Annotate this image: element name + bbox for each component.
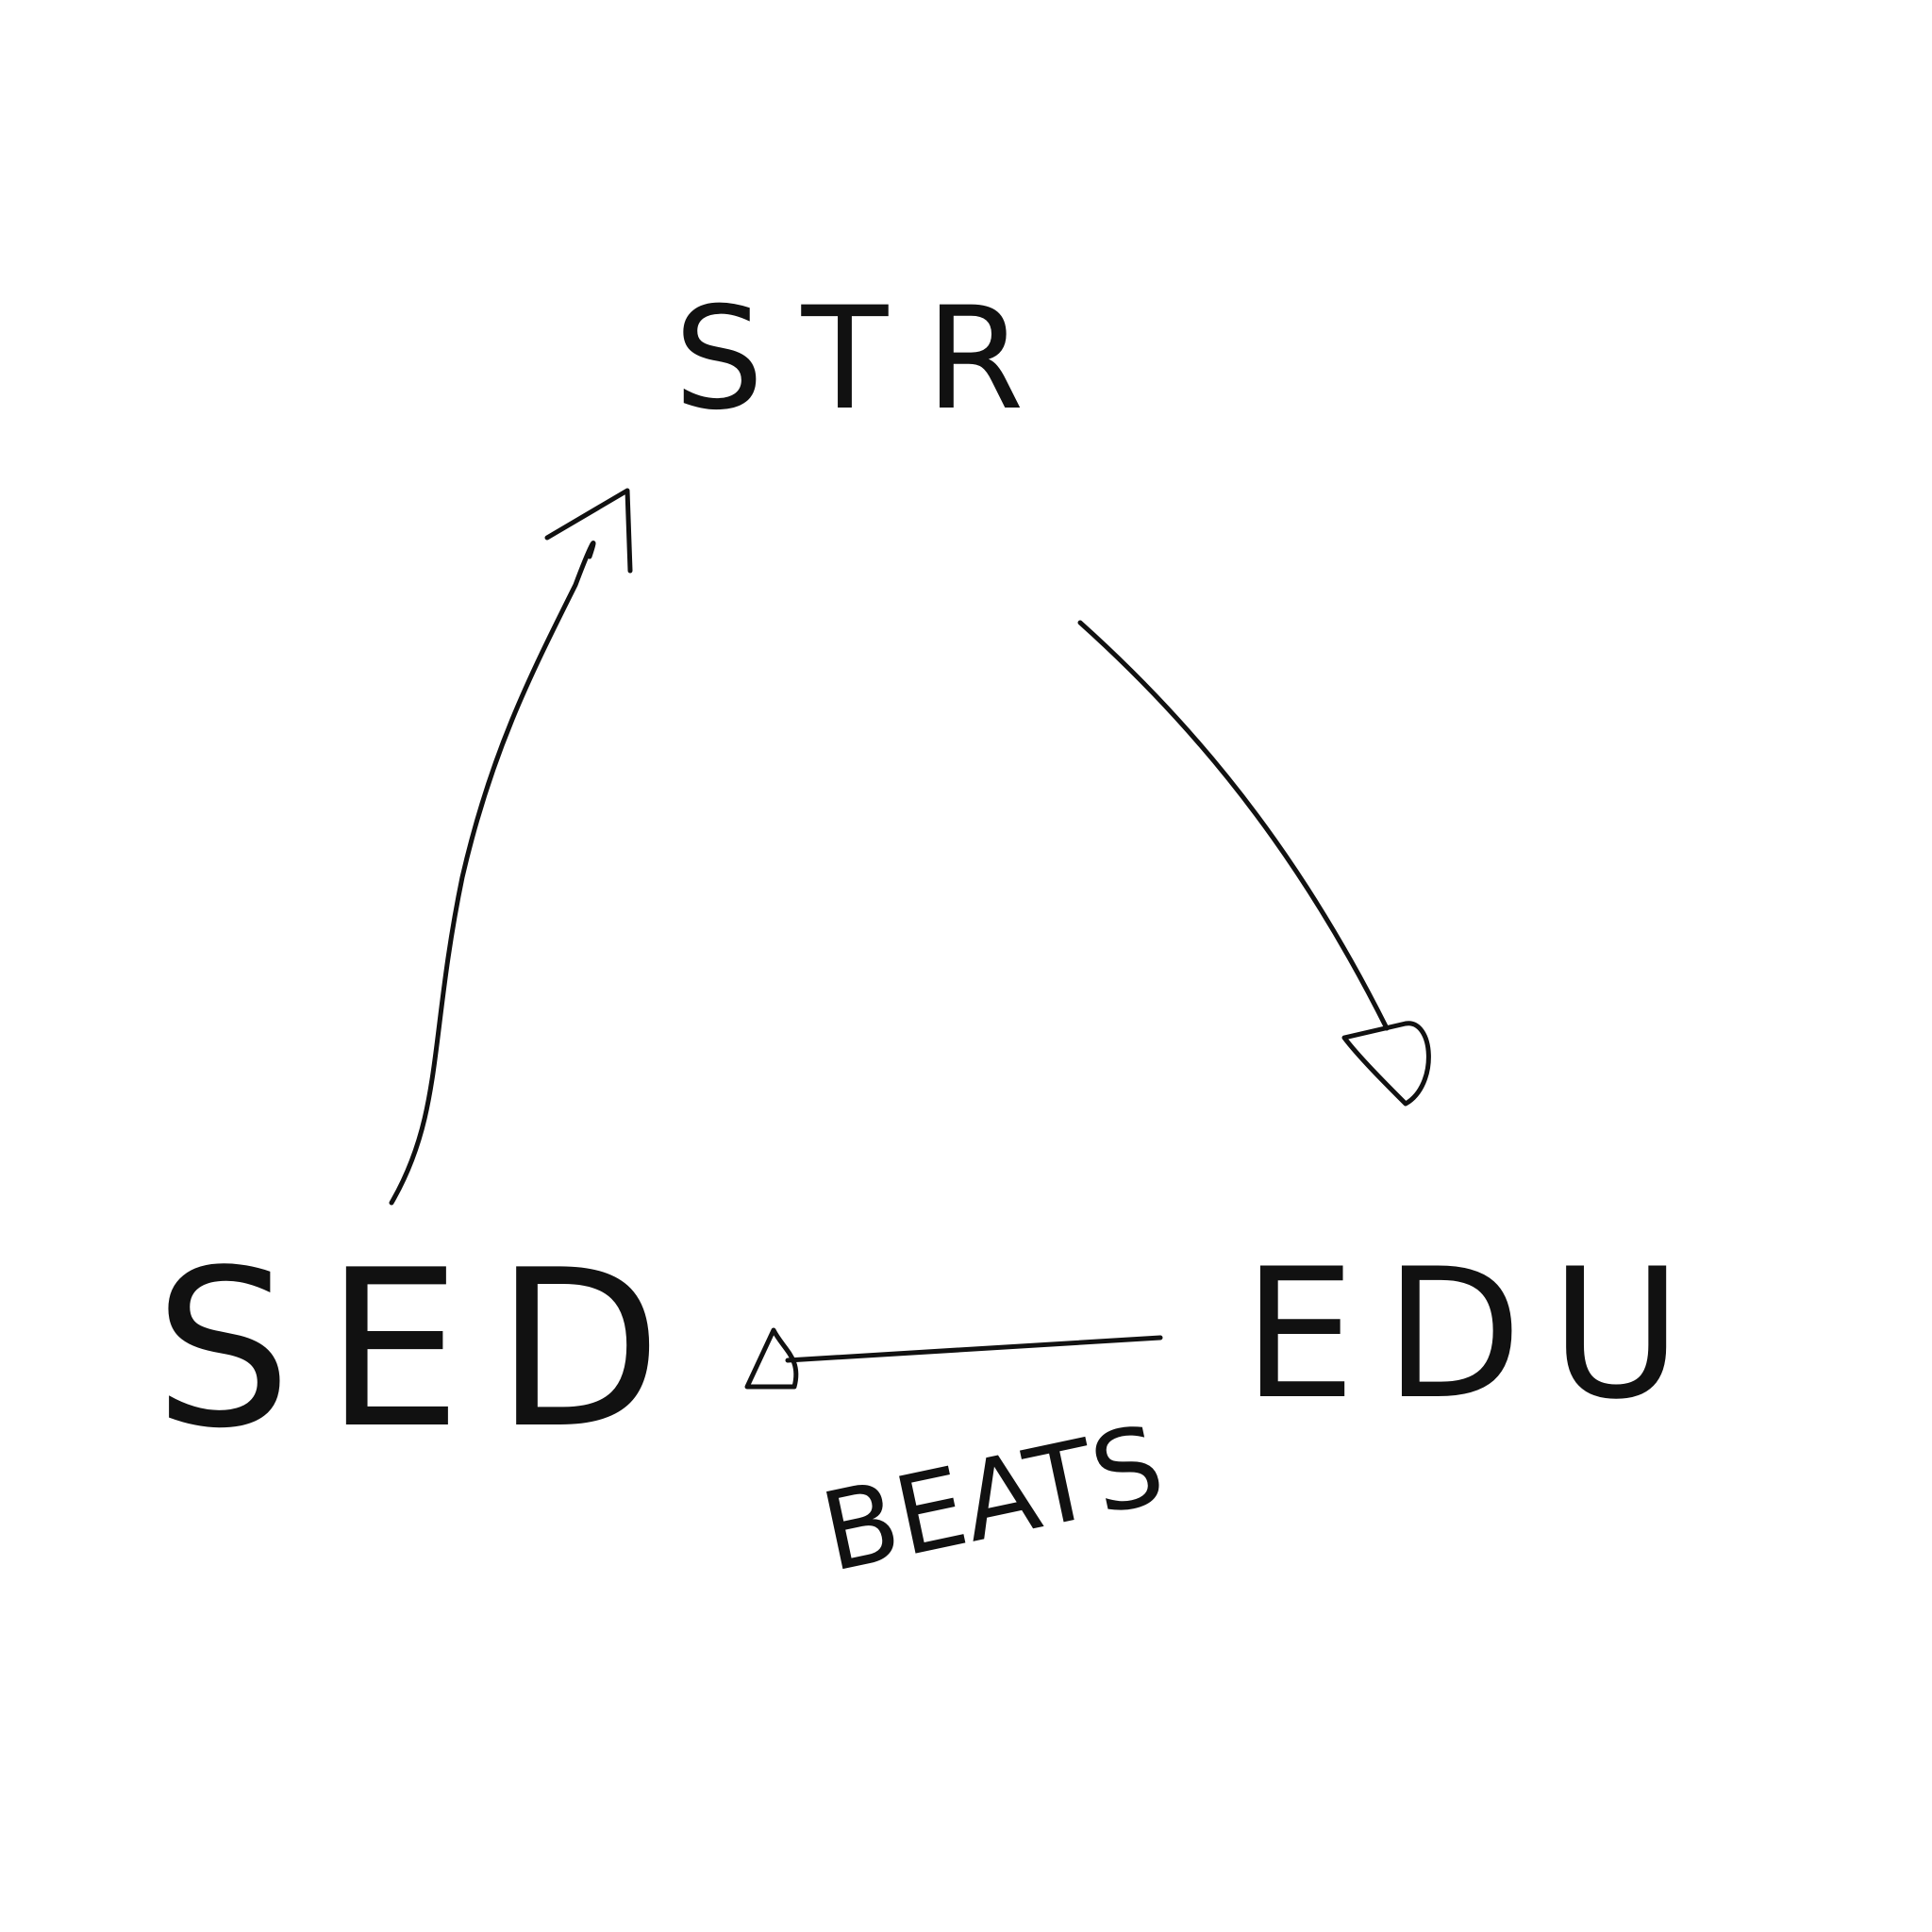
edge-str-to-edu-line — [1077, 620, 1390, 1031]
edge-str-to-edu — [1077, 620, 1431, 1107]
node-str-label: STR — [674, 277, 1061, 441]
diagram-canvas: STR EDU SED BEATS — [0, 0, 1932, 1932]
edge-edu-to-sed — [744, 1327, 1163, 1390]
edge-edu-to-sed-label: BEATS — [811, 1402, 1174, 1597]
edge-edu-to-sed-line — [785, 1335, 1163, 1363]
node-sed-label: SED — [154, 1224, 694, 1476]
edge-sed-to-str-line — [389, 541, 596, 1206]
node-edu-label: EDU — [1242, 1230, 1709, 1439]
edge-str-to-edu-arrowhead — [1341, 1021, 1431, 1107]
edge-sed-to-str — [389, 488, 633, 1206]
